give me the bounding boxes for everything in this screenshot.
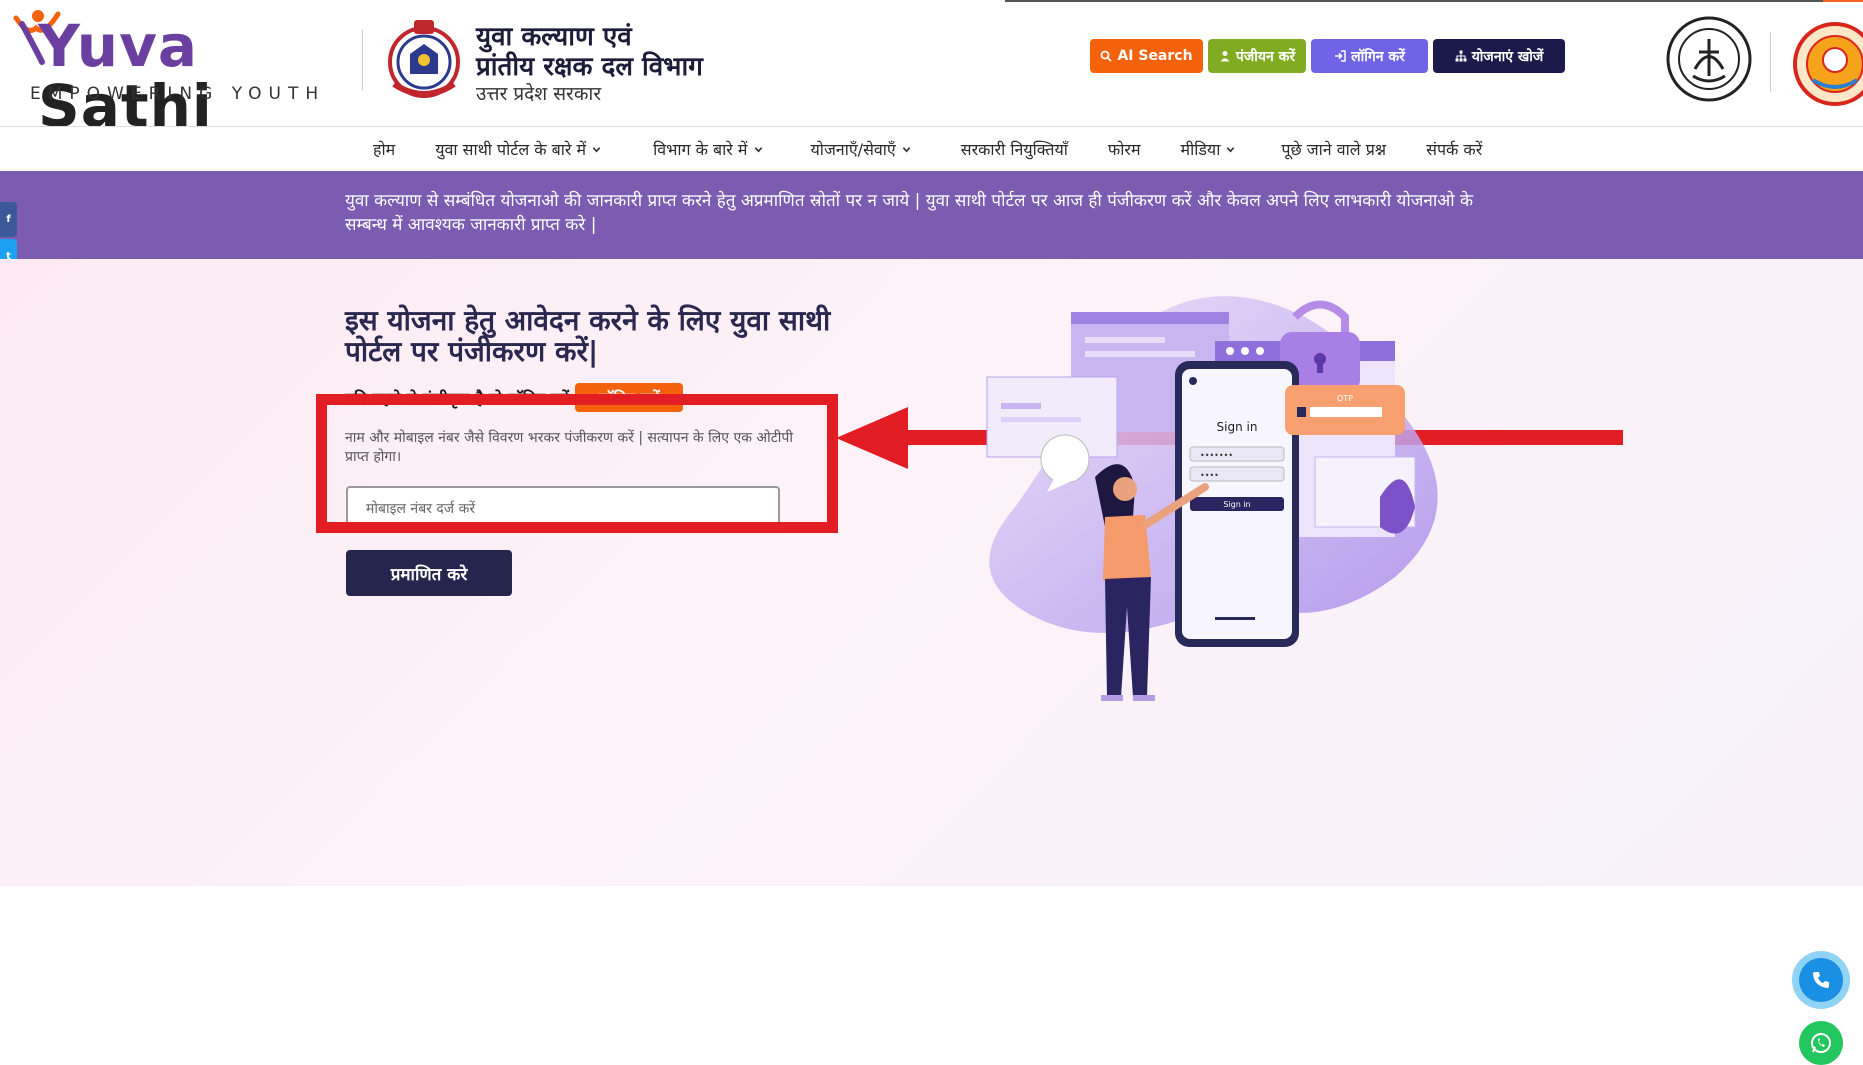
nav-item-2[interactable]: युवा साथी पोर्टल के बारे में bbox=[435, 138, 601, 160]
whatsapp-icon bbox=[1811, 1033, 1831, 1053]
svg-text:••••: •••• bbox=[1200, 471, 1219, 480]
search-icon bbox=[1101, 50, 1113, 62]
nav-item-7[interactable]: मीडिया bbox=[1181, 138, 1236, 160]
nav-item-label: होम bbox=[373, 140, 396, 159]
whatsapp-button[interactable] bbox=[1799, 1021, 1843, 1065]
top-rule-accent bbox=[1823, 0, 1863, 2]
top-rule bbox=[1005, 0, 1863, 2]
department-line-3: उत्तर प्रदेश सरकार bbox=[476, 83, 602, 105]
login-header-button[interactable]: लॉगिन करें bbox=[1311, 39, 1428, 73]
header-divider-right bbox=[1770, 32, 1771, 92]
nav-item-5[interactable]: सरकारी नियुक्तियाँ bbox=[961, 138, 1068, 160]
nav-item-label: पूछे जाने वाले प्रश्न bbox=[1281, 140, 1387, 159]
header-buttons: AI Search पंजीयन करें लॉगिन करें योजनाएं… bbox=[1090, 39, 1565, 73]
svg-text:•••••••: ••••••• bbox=[1200, 451, 1233, 460]
notice-banner: युवा कल्याण से सम्बंधित योजनाओ की जानकार… bbox=[0, 171, 1863, 259]
department-title: युवा कल्याण एवं प्रांतीय रक्षक दल विभाग … bbox=[476, 22, 736, 106]
mangal-dal-seal-icon[interactable] bbox=[1788, 14, 1863, 108]
find-schemes-button[interactable]: योजनाएं खोजें bbox=[1433, 39, 1565, 73]
logo-wordmark: Yuva Sathi bbox=[38, 12, 213, 140]
register-label: पंजीयन करें bbox=[1235, 48, 1296, 65]
annotation-highlight-box bbox=[316, 394, 838, 533]
sitemap-icon bbox=[1455, 50, 1467, 62]
notice-banner-text: युवा कल्याण से सम्बंधित योजनाओ की जानकार… bbox=[345, 191, 1474, 235]
logo-tagline: EMPOWERING YOUTH bbox=[30, 84, 326, 104]
nav-item-label: मीडिया bbox=[1180, 140, 1221, 159]
chevron-down-icon bbox=[592, 146, 601, 153]
annotation-arrow-head bbox=[836, 407, 908, 469]
verify-button[interactable]: प्रमाणित करे bbox=[346, 550, 512, 596]
chevron-down-icon bbox=[754, 146, 762, 153]
nav-item-label: सरकारी नियुक्तियाँ bbox=[960, 140, 1068, 159]
call-button-inner bbox=[1799, 958, 1843, 1002]
department-line-2: प्रांतीय रक्षक दल विभाग bbox=[476, 52, 703, 82]
chevron-down-icon bbox=[902, 146, 911, 153]
signin-illustration: Sign in ••••••• •••• Sign in OTP bbox=[986, 296, 1438, 701]
nav-item-label: युवा साथी पोर्टल के बारे में bbox=[435, 140, 587, 159]
nav-item-label: फोरम bbox=[1107, 140, 1141, 159]
ai-search-button[interactable]: AI Search bbox=[1090, 39, 1203, 73]
nav-item-9[interactable]: संपर्क करें bbox=[1426, 138, 1482, 160]
phone-icon bbox=[1813, 972, 1829, 988]
up-government-seal-icon[interactable] bbox=[1665, 14, 1753, 104]
register-button[interactable]: पंजीयन करें bbox=[1208, 39, 1306, 73]
nav-item-3[interactable]: विभाग के बारे में bbox=[653, 138, 762, 160]
nav-item-label: संपर्क करें bbox=[1426, 140, 1483, 159]
department-line-1: युवा कल्याण एवं bbox=[476, 22, 632, 52]
nav-item-8[interactable]: पूछे जाने वाले प्रश्न bbox=[1281, 138, 1386, 160]
login-header-label: लॉगिन करें bbox=[1351, 48, 1405, 65]
nav-item-1[interactable]: होम bbox=[373, 138, 395, 160]
registration-section: इस योजना हेतु आवेदन करने के लिए युवा साथ… bbox=[0, 259, 1863, 1065]
user-icon bbox=[1220, 51, 1230, 62]
main-navigation: होम युवा साथी पोर्टल के बारे में विभाग के … bbox=[0, 126, 1863, 171]
nav-items: होम युवा साथी पोर्टल के बारे में विभाग के … bbox=[373, 127, 1482, 171]
header-divider bbox=[362, 30, 363, 90]
find-schemes-label: योजनाएं खोजें bbox=[1471, 48, 1544, 65]
site-header: Yuva Sathi EMPOWERING YOUTH युवा कल्याण … bbox=[0, 0, 1863, 136]
registration-heading: इस योजना हेतु आवेदन करने के लिए युवा साथ… bbox=[345, 304, 831, 368]
chevron-down-icon bbox=[1227, 146, 1235, 153]
nav-item-4[interactable]: योजनाएँ/सेवाएँ bbox=[811, 138, 911, 160]
nav-item-label: विभाग के बारे में bbox=[653, 140, 748, 159]
svg-text:OTP: OTP bbox=[1337, 394, 1353, 403]
department-emblem-icon bbox=[388, 20, 460, 98]
signin-title: Sign in bbox=[1217, 420, 1258, 434]
call-button[interactable] bbox=[1792, 951, 1850, 1009]
ai-search-label: AI Search bbox=[1117, 48, 1193, 64]
nav-item-6[interactable]: फोरम bbox=[1108, 138, 1141, 160]
yuva-sathi-logo[interactable]: Yuva Sathi EMPOWERING YOUTH bbox=[8, 6, 348, 136]
sign-in-icon bbox=[1335, 50, 1346, 62]
social-glyph: f bbox=[6, 214, 11, 225]
facebook-icon[interactable]: f bbox=[0, 202, 17, 237]
nav-item-label: योजनाएँ/सेवाएँ bbox=[810, 140, 896, 159]
signin-button-illus: Sign in bbox=[1223, 500, 1250, 509]
